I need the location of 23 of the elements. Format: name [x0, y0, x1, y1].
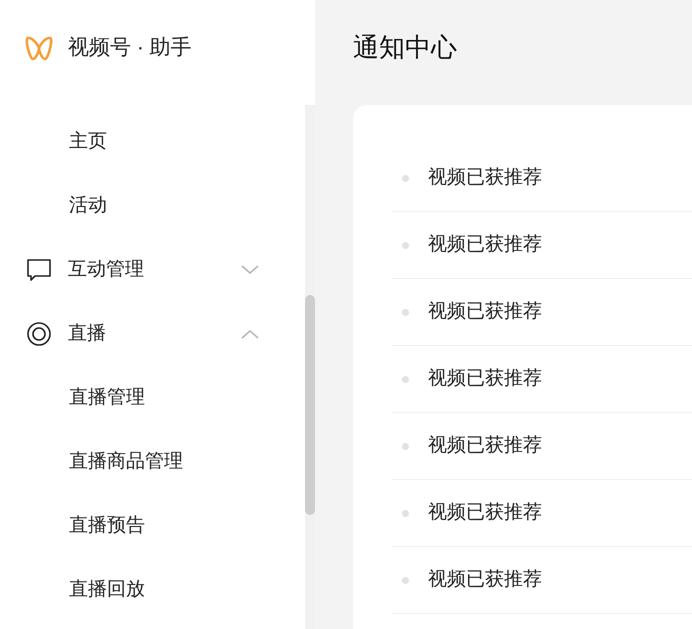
sidebar-item[interactable]: 直播回放 — [69, 576, 145, 604]
notification-text: 视频已获推荐 — [428, 434, 542, 458]
sidebar-group[interactable]: 互动管理 — [0, 238, 305, 302]
sidebar-item[interactable]: 直播管理 — [69, 384, 145, 412]
sidebar-item[interactable]: 主页 — [69, 128, 107, 156]
notification-text: 视频已获推荐 — [428, 500, 542, 525]
notification-text: 视频已获推荐 — [428, 300, 542, 324]
sidebar-group-label: 互动管理 — [68, 258, 144, 282]
page-title: 通知中心 — [353, 31, 457, 64]
brand-name: 视频号 · 助手 — [68, 34, 192, 61]
sidebar-item[interactable]: 活动 — [69, 192, 107, 220]
sidebar-group-label: 直播 — [68, 322, 106, 346]
notification-text: 视频已获推荐 — [428, 366, 542, 391]
sidebar-group[interactable]: 直播 — [0, 302, 305, 366]
sidebar-item[interactable]: 直播预告 — [69, 512, 145, 540]
notification-text: 视频已获推荐 — [428, 232, 542, 257]
chat-icon — [26, 258, 52, 282]
scrollbar-thumb[interactable] — [305, 295, 315, 515]
notification-text: 视频已获推荐 — [428, 568, 542, 592]
target-icon — [26, 321, 52, 347]
notification-text: 视频已获推荐 — [428, 166, 542, 190]
logo-icon — [24, 34, 54, 60]
sidebar-item[interactable]: 直播商品管理 — [69, 448, 183, 476]
